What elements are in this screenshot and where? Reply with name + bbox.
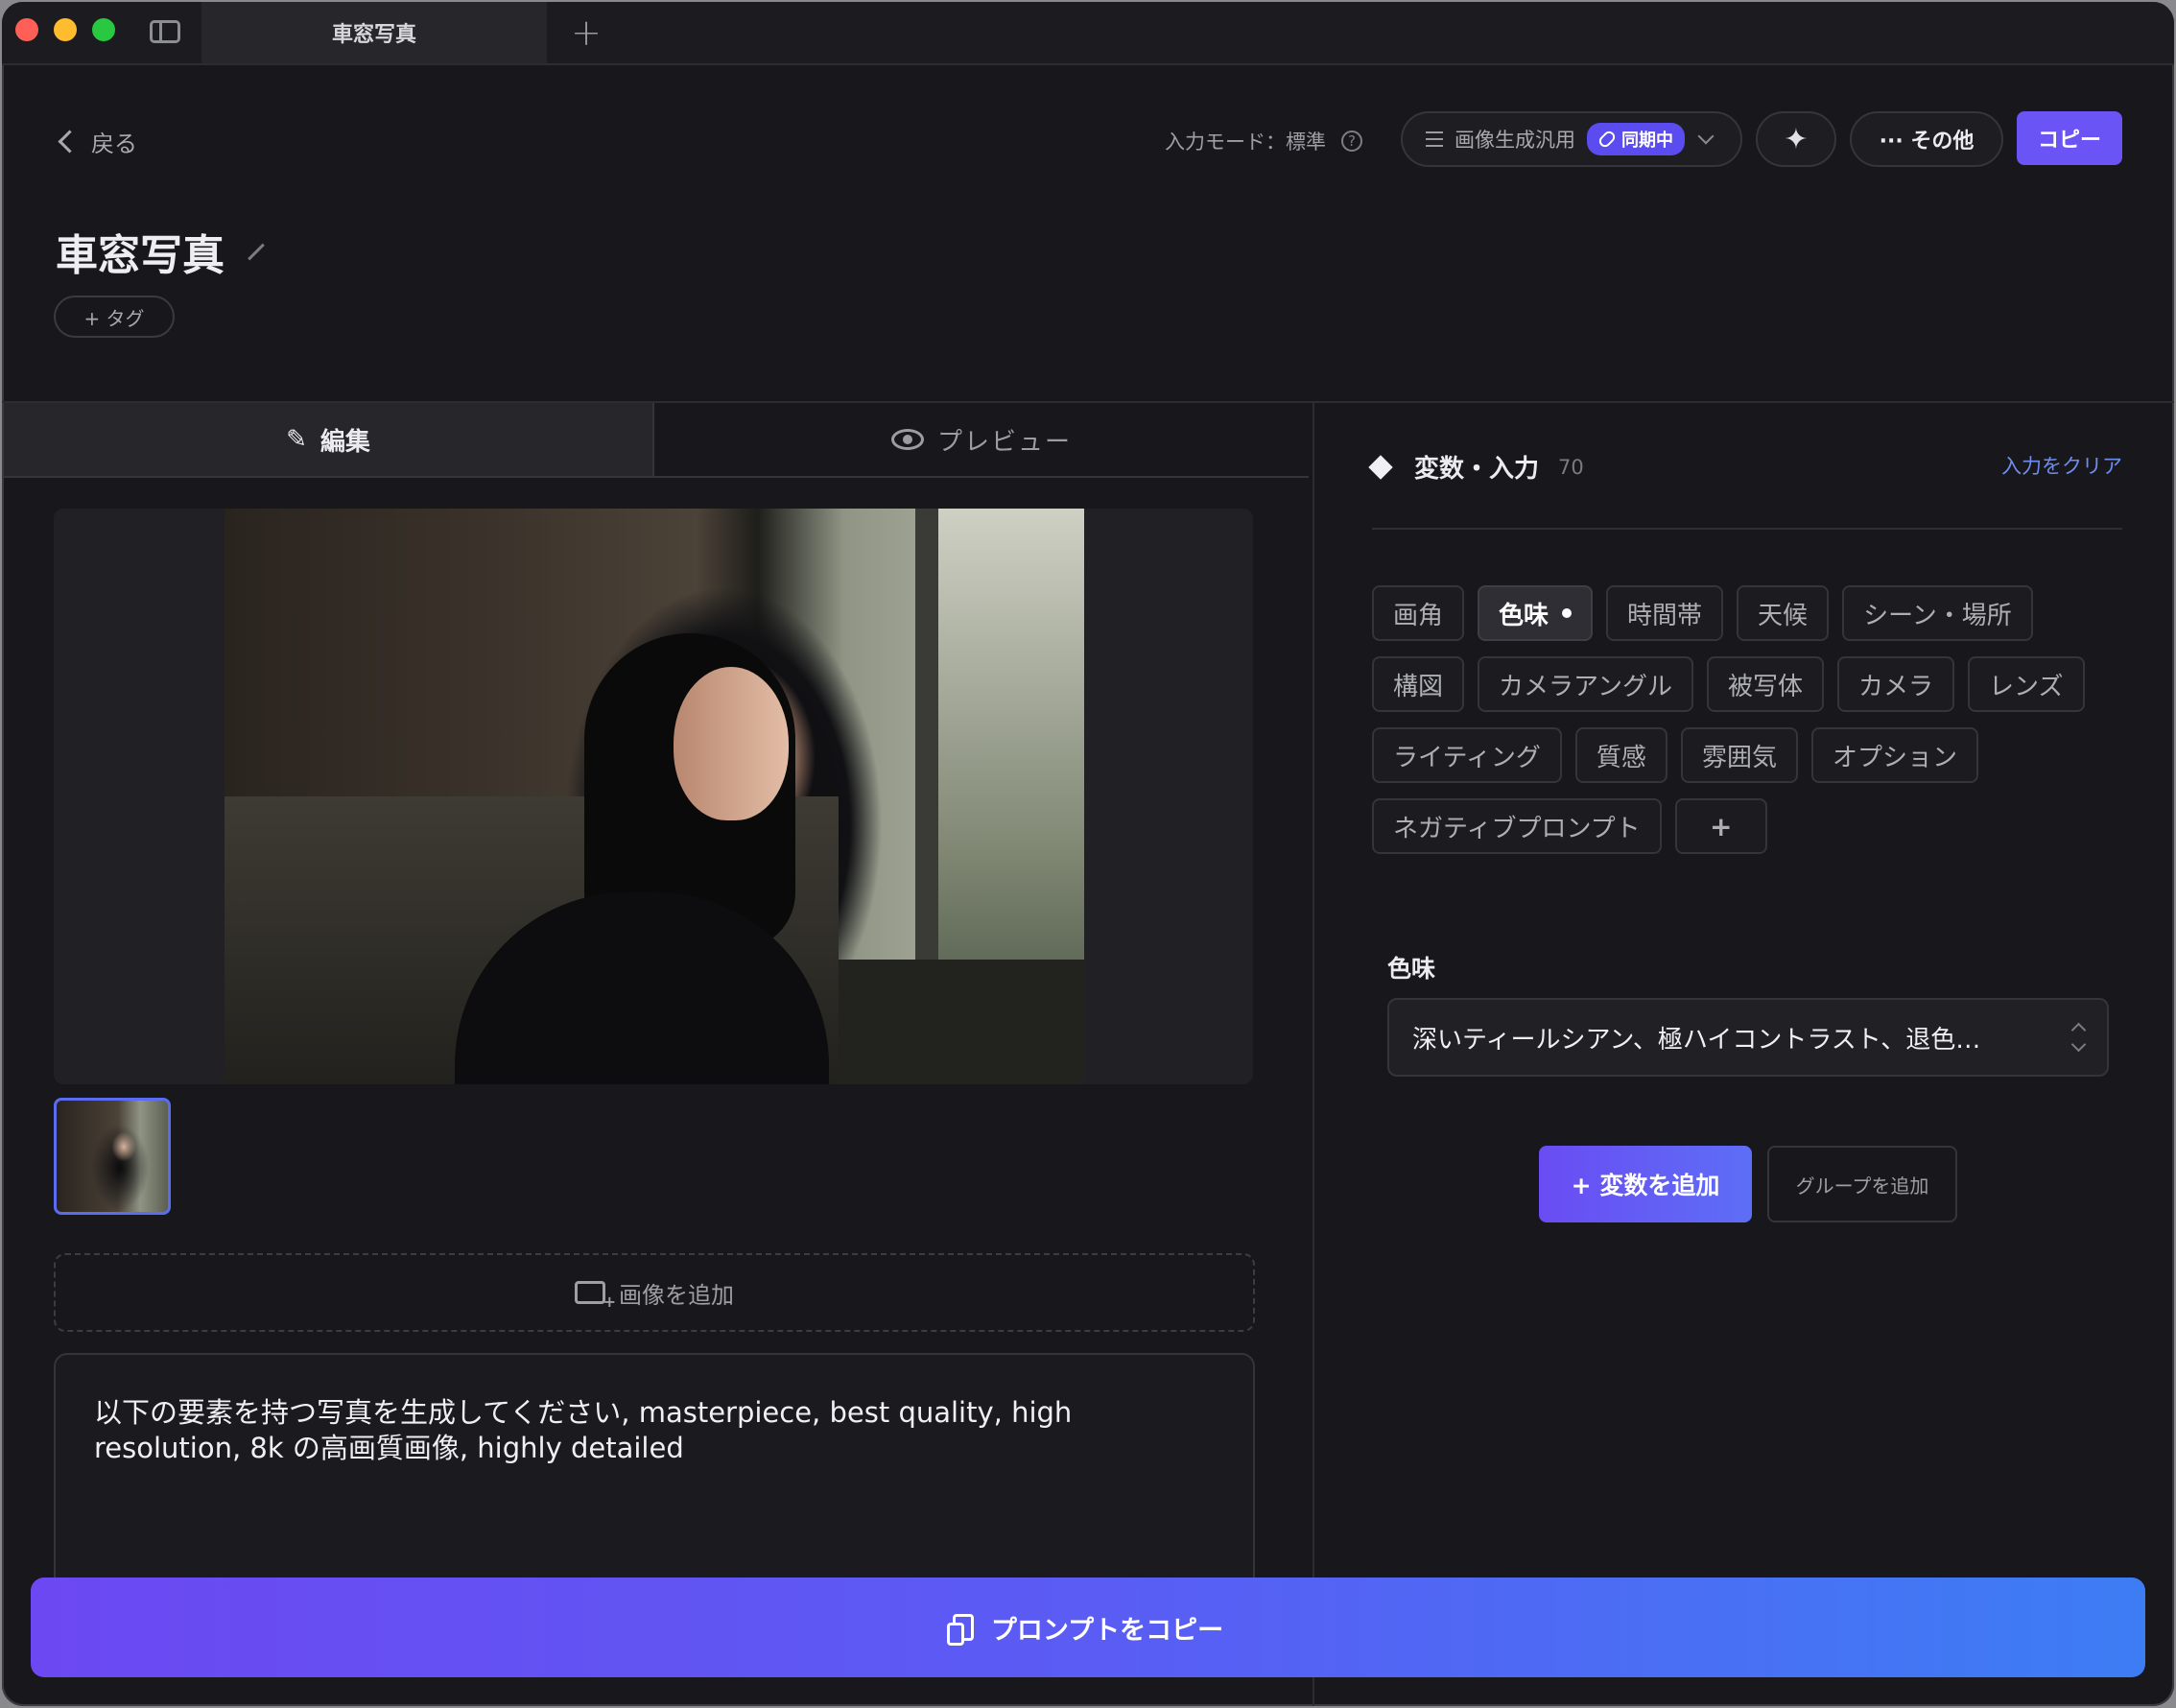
chevron-updown-icon [2070, 1022, 2087, 1053]
variables-header: 変数・入力 70 [1368, 449, 1584, 485]
tab-current[interactable]: 車窓写真 [201, 2, 547, 63]
diamond-icon [1368, 454, 1393, 480]
chip-label: 色味 [1499, 601, 1549, 630]
add-image-button[interactable]: 画像を追加 [54, 1253, 1255, 1332]
help-icon[interactable]: ? [1341, 130, 1362, 152]
image-thumbnail[interactable] [54, 1098, 171, 1215]
chevron-left-icon [58, 130, 82, 154]
chevron-down-icon [1697, 128, 1715, 145]
chip-variable[interactable]: 構図 [1372, 656, 1465, 712]
tab-edit[interactable]: ✎ 編集 [4, 403, 654, 476]
title-bar: 車窓写真 + [2, 2, 2174, 65]
variable-chips: 画角 色味 時間帯 天候 シーン・場所 構図 カメラアングル 被写体 カメラ レ… [1372, 585, 2140, 869]
image-preview-area [54, 509, 1253, 1084]
edit-title-icon[interactable] [248, 243, 265, 260]
preset-selector[interactable]: 画像生成汎用 同期中 [1401, 111, 1742, 167]
back-label: 戻る [91, 130, 137, 157]
zoom-window-button[interactable] [92, 18, 115, 41]
chip-variable[interactable]: 被写体 [1706, 656, 1824, 712]
active-dot-icon [1562, 608, 1573, 618]
add-chip-button[interactable]: + [1674, 798, 1767, 854]
sparkle-icon: ✦ [1784, 122, 1809, 156]
tab-edit-label: 編集 [319, 427, 370, 457]
chip-variable[interactable]: 質感 [1574, 727, 1667, 783]
field-label: 色味 [1387, 955, 1436, 983]
chip-row: 画角 色味 時間帯 天候 シーン・場所 [1372, 585, 2140, 641]
tabs-underline [4, 476, 1309, 478]
page-title-text: 車窓写真 [56, 231, 225, 280]
tab-preview-label: プレビュー [936, 427, 1072, 457]
variables-count: 70 [1558, 455, 1584, 479]
pencil-icon: ✎ [286, 425, 307, 454]
chip-variable[interactable]: ネガティブプロンプト [1372, 798, 1662, 854]
sidebar-toggle-icon[interactable] [150, 20, 180, 43]
chip-variable[interactable]: 天候 [1737, 585, 1830, 641]
tab-preview[interactable]: プレビュー [654, 403, 1309, 476]
preset-label: 画像生成汎用 [1455, 129, 1575, 152]
input-mode: 入力モード：標準 ? [1165, 127, 1362, 155]
new-tab-button[interactable]: + [566, 10, 606, 56]
clear-inputs-link[interactable]: 入力をクリア [2001, 451, 2122, 480]
chip-variable[interactable]: カメラ [1837, 656, 1955, 712]
photo-face [674, 667, 789, 820]
chip-variable[interactable]: ライティング [1372, 727, 1562, 783]
list-icon [1426, 131, 1443, 147]
panel-divider[interactable] [1313, 401, 1314, 1706]
chip-variable[interactable]: レンズ [1968, 656, 2085, 712]
chip-variable[interactable]: 雰囲気 [1680, 727, 1798, 783]
add-tag-button[interactable]: + タグ [54, 296, 175, 338]
ai-sparkle-button[interactable]: ✦ [1756, 111, 1836, 167]
divider [1372, 528, 2122, 530]
chip-row: ライティング 質感 雰囲気 オプション [1372, 727, 2140, 783]
input-mode-label: 入力モード：標準 [1165, 130, 1326, 154]
variables-header-label: 変数・入力 [1414, 455, 1540, 484]
add-image-icon [575, 1281, 616, 1311]
chip-row: 構図 カメラアングル 被写体 カメラ レンズ [1372, 656, 2140, 712]
add-variable-button[interactable]: + 変数を追加 [1539, 1146, 1752, 1222]
chip-variable[interactable]: オプション [1810, 727, 1978, 783]
close-window-button[interactable] [15, 18, 38, 41]
add-group-button[interactable]: グループを追加 [1767, 1146, 1957, 1222]
chip-variable[interactable]: カメラアングル [1478, 656, 1693, 712]
add-image-label: 画像を追加 [619, 1281, 734, 1309]
prompt-textarea[interactable]: 以下の要素を持つ写真を生成してください, masterpiece, best q… [54, 1353, 1255, 1602]
more-button[interactable]: ··· その他 [1850, 111, 2003, 167]
field-value: 深いティールシアン、極ハイコントラスト、退色… [1412, 1025, 1981, 1055]
copy-prompt-label: プロンプトをコピー [990, 1615, 1224, 1646]
page-title: 車窓写真 [56, 221, 267, 282]
app-window: 車窓写真 + 戻る 入力モード：標準 ? 画像生成汎用 同期中 ✦ ··· その… [2, 2, 2174, 1706]
photo-sill [839, 960, 1084, 1084]
chip-row: ネガティブプロンプト + [1372, 798, 2140, 854]
back-button[interactable]: 戻る [58, 125, 137, 158]
link-icon [1597, 129, 1618, 150]
copy-prompt-button[interactable]: プロンプトをコピー [31, 1578, 2145, 1677]
copy-icon [946, 1614, 974, 1646]
variable-value-select[interactable]: 深いティールシアン、極ハイコントラスト、退色… [1387, 998, 2109, 1077]
sync-label: 同期中 [1621, 130, 1673, 151]
chip-variable[interactable]: 画角 [1372, 585, 1465, 641]
chip-variable[interactable]: 時間帯 [1606, 585, 1724, 641]
chip-variable[interactable]: シーン・場所 [1842, 585, 2033, 641]
minimize-window-button[interactable] [54, 18, 77, 41]
sync-status-badge: 同期中 [1587, 123, 1685, 155]
main-photo[interactable] [225, 509, 1084, 1084]
chip-variable-active[interactable]: 色味 [1478, 585, 1594, 641]
eye-icon [890, 429, 924, 450]
copy-button[interactable]: コピー [2017, 111, 2122, 165]
